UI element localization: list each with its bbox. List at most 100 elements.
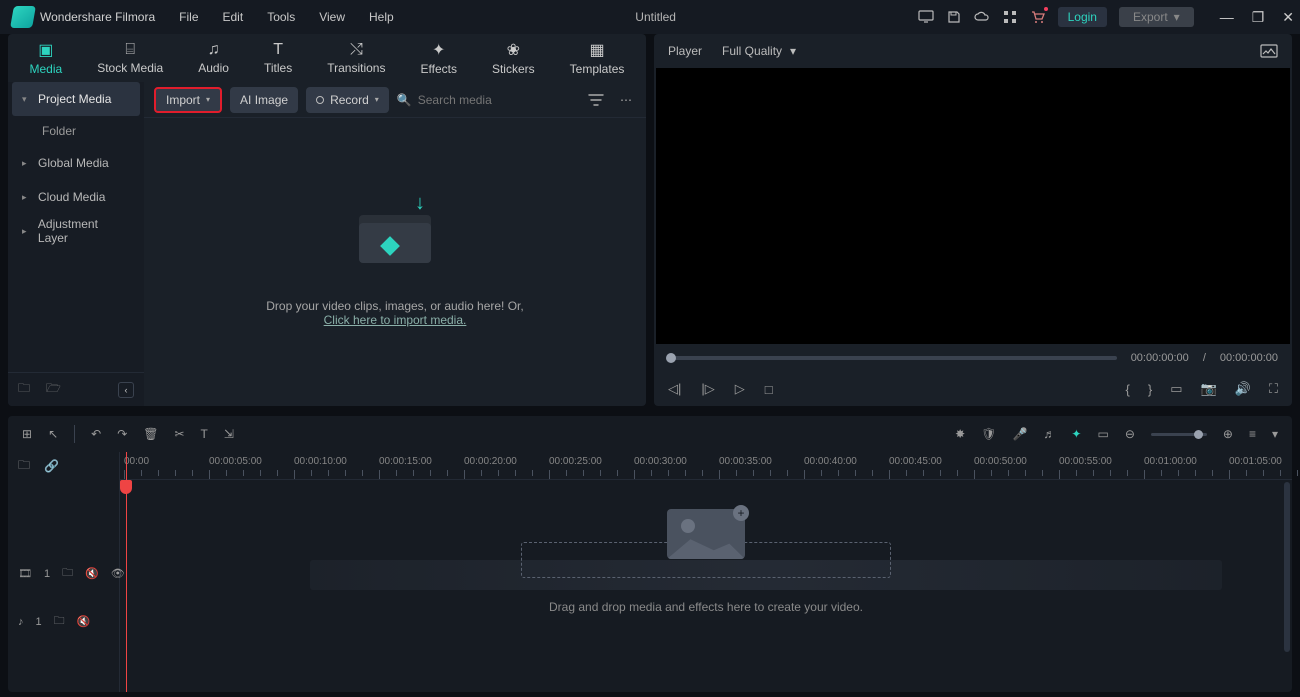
music-icon[interactable]: ♬ [1043, 427, 1055, 441]
media-drop-zone[interactable]: ↓ Drop your video clips, images, or audi… [144, 118, 646, 406]
tab-stickers[interactable]: ❀Stickers [484, 36, 543, 80]
list-view-icon[interactable]: ≡ [1249, 427, 1256, 441]
timeline-ruler[interactable]: 00:0000:00:05:0000:00:10:0000:00:15:0000… [120, 452, 1292, 480]
import-button[interactable]: Import▾ [154, 87, 222, 113]
collapse-sidebar-icon[interactable]: ‹ [118, 382, 134, 398]
prev-frame-icon[interactable]: ◁| [668, 381, 681, 397]
media-sidebar: ▾Project Media Folder ▸Global Media ▸Clo… [8, 82, 144, 406]
menu-tools[interactable]: Tools [267, 10, 295, 24]
tab-audio[interactable]: ♫Audio [190, 37, 237, 79]
mark-out-icon[interactable]: } [1148, 382, 1152, 397]
close-icon[interactable]: ✕ [1282, 9, 1294, 26]
login-button[interactable]: Login [1058, 7, 1107, 27]
search-input[interactable] [418, 93, 576, 107]
timeline-drop-hint: + Drag and drop media and effects here t… [380, 542, 1032, 614]
split-icon[interactable]: ✂ [174, 427, 184, 441]
more-timeline-icon[interactable]: ▾ [1272, 427, 1278, 441]
volume-icon[interactable]: 🔊 [1235, 381, 1251, 397]
tab-titles[interactable]: TTitles [256, 37, 300, 79]
main-menu: File Edit Tools View Help [179, 10, 394, 24]
export-button[interactable]: Export▾ [1119, 7, 1194, 27]
sidebar-item-global-media[interactable]: ▸Global Media [12, 146, 140, 180]
redo-icon[interactable]: ↷ [117, 427, 127, 441]
menu-help[interactable]: Help [369, 10, 394, 24]
ai-icon[interactable]: ✦ [1071, 427, 1081, 441]
display-icon[interactable] [918, 9, 934, 25]
grid-icon[interactable]: ⊞ [22, 427, 32, 441]
new-folder-icon[interactable]: 🗀 [18, 379, 30, 400]
transitions-icon: ⤭ [350, 41, 363, 59]
tab-transitions[interactable]: ⤭Transitions [319, 37, 393, 79]
lock-track-icon[interactable]: 🗀 [18, 456, 30, 477]
menu-edit[interactable]: Edit [223, 10, 244, 24]
quality-dropdown[interactable]: Full Quality▾ [722, 44, 796, 58]
audio-track-header[interactable]: ♪1 🗀 🔇 [18, 612, 90, 631]
time-total: 00:00:00:00 [1220, 352, 1278, 364]
folder-icon[interactable]: 🗀 [62, 564, 73, 583]
sidebar-item-project-media[interactable]: ▾Project Media [12, 82, 140, 116]
zoom-in-icon[interactable]: ⊕ [1223, 427, 1233, 441]
link-track-icon[interactable]: 🔗 [44, 459, 59, 473]
stop-icon[interactable]: □ [765, 382, 773, 397]
search-icon: 🔍 [397, 93, 412, 107]
sidebar-label: Cloud Media [38, 190, 105, 204]
sidebar-label: Project Media [38, 92, 111, 106]
text-icon[interactable]: T [201, 427, 208, 441]
mark-in-icon[interactable]: { [1126, 382, 1130, 397]
import-media-link[interactable]: Click here to import media. [324, 313, 467, 327]
sidebar-item-folder[interactable]: Folder [8, 116, 144, 146]
crop-icon[interactable]: ⇲ [224, 427, 234, 441]
folder-icon[interactable]: 🗀 [54, 612, 65, 631]
tab-stock-media[interactable]: ⌸Stock Media [89, 37, 171, 79]
camera-icon[interactable]: 📷 [1201, 381, 1217, 397]
player-progress-row: 00:00:00:00 / 00:00:00:00 [654, 344, 1292, 372]
cloud-icon[interactable] [974, 9, 990, 25]
chevron-right-icon: ▸ [22, 158, 30, 169]
minimize-icon[interactable]: — [1220, 9, 1234, 26]
cart-icon[interactable] [1030, 9, 1046, 25]
mute-icon[interactable]: 🔇 [85, 567, 99, 580]
filter-icon[interactable] [584, 93, 608, 107]
sidebar-item-adjustment-layer[interactable]: ▸Adjustment Layer [12, 214, 140, 248]
video-stage[interactable] [656, 68, 1290, 344]
tab-label: Stickers [492, 62, 535, 76]
delete-icon[interactable]: 🗑 [143, 427, 158, 441]
vertical-scrollbar[interactable] [1284, 482, 1290, 652]
marker-icon[interactable]: ✸ [955, 427, 965, 441]
zoom-slider[interactable] [1151, 433, 1207, 436]
save-icon[interactable] [946, 9, 962, 25]
tab-templates[interactable]: ▦Templates [562, 36, 633, 80]
folder-icon[interactable]: 🗁 [46, 379, 61, 400]
timeline-drop-target[interactable]: + [521, 542, 891, 578]
ruler-mark: 00:00:55:00 [1059, 456, 1112, 467]
next-frame-icon[interactable]: |▷ [701, 381, 714, 397]
menu-view[interactable]: View [319, 10, 345, 24]
chevron-right-icon: ▸ [22, 226, 30, 237]
progress-bar[interactable] [668, 356, 1117, 360]
menu-file[interactable]: File [179, 10, 198, 24]
aspect-icon[interactable]: ▭ [1097, 427, 1108, 441]
playhead[interactable] [126, 452, 127, 692]
maximize-icon[interactable]: ❐ [1252, 9, 1265, 26]
effects-icon: ✦ [432, 40, 445, 60]
apps-icon[interactable] [1002, 9, 1018, 25]
mute-icon[interactable]: 🔇 [77, 615, 91, 628]
snapshot-icon[interactable] [1260, 44, 1278, 58]
record-button[interactable]: Record▾ [306, 87, 389, 113]
sidebar-item-cloud-media[interactable]: ▸Cloud Media [12, 180, 140, 214]
timeline-body[interactable]: 00:0000:00:05:0000:00:10:0000:00:15:0000… [120, 452, 1292, 692]
display-mode-icon[interactable]: ▭ [1170, 381, 1182, 397]
fullscreen-icon[interactable]: ⛶ [1269, 381, 1278, 397]
play-icon[interactable]: ▷ [735, 381, 745, 397]
undo-icon[interactable]: ↶ [91, 427, 101, 441]
zoom-out-icon[interactable]: ⊖ [1125, 427, 1135, 441]
tag-icon[interactable]: 🛡 [981, 427, 996, 441]
ai-image-button[interactable]: AI Image [230, 87, 298, 113]
video-track-header[interactable]: 🎞1 🗀 🔇 👁 [18, 564, 125, 583]
mic-icon[interactable]: 🎤 [1012, 427, 1027, 441]
tab-media[interactable]: ▣Media [22, 36, 71, 80]
tab-effects[interactable]: ✦Effects [412, 36, 464, 80]
more-icon[interactable]: ⋯ [616, 93, 636, 107]
player-header: Player Full Quality▾ [654, 34, 1292, 68]
cursor-icon[interactable]: ↖ [48, 427, 58, 441]
